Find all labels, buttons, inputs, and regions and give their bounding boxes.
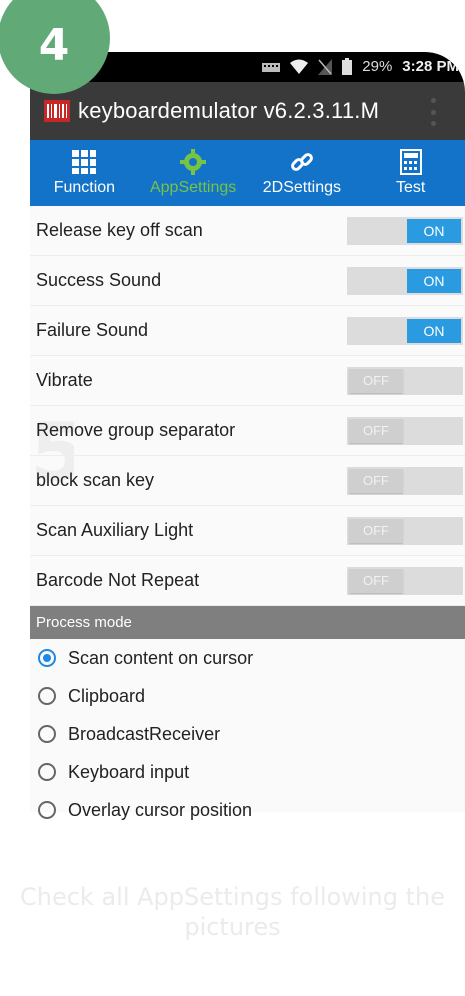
toggle-state: OFF <box>349 468 403 493</box>
success-sound-toggle[interactable]: ON <box>347 266 463 295</box>
toggle-state: ON <box>407 218 461 243</box>
radio-option-overlay-cursor-position[interactable]: Overlay cursor position <box>30 791 465 829</box>
battery-percent: 29% <box>362 58 393 75</box>
radio-option-clipboard[interactable]: Clipboard <box>30 677 465 715</box>
setting-label: block scan key <box>36 470 155 490</box>
caption-line-2: pictures <box>184 913 281 941</box>
scan-auxiliary-light-toggle[interactable]: OFF <box>347 516 463 545</box>
keyboard-icon <box>262 62 281 72</box>
tab-label: AppSettings <box>149 179 237 196</box>
tab-label: 2DSettings <box>262 179 341 196</box>
overflow-menu-icon[interactable] <box>431 98 437 126</box>
setting-row-release-key-off-scan: Release key off scan ON <box>30 206 465 256</box>
radio-button[interactable] <box>38 801 56 819</box>
setting-row-barcode-not-repeat: Barcode Not Repeat OFF <box>30 556 465 606</box>
radio-option-broadcastreceiver[interactable]: BroadcastReceiver <box>30 715 465 753</box>
gear-icon <box>180 149 207 175</box>
toggle-state: ON <box>407 318 461 343</box>
clock: 3:28 PM <box>402 58 459 75</box>
radio-option-scan-content-on-cursor[interactable]: Scan content on cursor <box>30 639 465 677</box>
setting-label: Remove group separator <box>36 420 236 440</box>
link-icon <box>290 153 313 171</box>
toggle-state: OFF <box>349 368 403 393</box>
setting-row-block-scan-key: block scan key OFF <box>30 456 465 506</box>
settings-list: Release key off scan ON Success Sound ON… <box>30 206 465 829</box>
tab-function[interactable]: Function <box>30 140 139 206</box>
setting-label: Vibrate <box>36 370 93 390</box>
radio-option-keyboard-input[interactable]: Keyboard input <box>30 753 465 791</box>
block-scan-key-toggle[interactable]: OFF <box>347 466 463 495</box>
tab-bar: Function AppSettings 2DSettings Test <box>30 140 465 206</box>
no-sim-icon <box>318 58 333 75</box>
radio-button[interactable] <box>38 649 56 667</box>
radio-button[interactable] <box>38 763 56 781</box>
tab-test[interactable]: Test <box>356 140 465 206</box>
setting-row-remove-group-separator: Remove group separator OFF <box>30 406 465 456</box>
radio-label: Scan content on cursor <box>68 647 254 668</box>
barcode-logo-icon <box>44 100 70 122</box>
toggle-state: OFF <box>349 418 403 443</box>
radio-label: Clipboard <box>68 685 146 706</box>
toggle-state: ON <box>407 268 461 293</box>
radio-button[interactable] <box>38 687 56 705</box>
tab-label: Function <box>53 179 116 196</box>
tab-2dsettings[interactable]: 2DSettings <box>248 140 357 206</box>
toggle-state: OFF <box>349 518 403 543</box>
failure-sound-toggle[interactable]: ON <box>347 316 463 345</box>
radio-label: BroadcastReceiver <box>68 723 221 744</box>
radio-label: Keyboard input <box>68 761 190 782</box>
setting-label: Release key off scan <box>36 220 203 240</box>
setting-row-success-sound: Success Sound ON <box>30 256 465 306</box>
grid-icon <box>72 150 97 174</box>
instruction-caption: Check all AppSettings following the pict… <box>0 882 465 942</box>
setting-label: Scan Auxiliary Light <box>36 520 194 540</box>
radio-label: Overlay cursor position <box>68 799 253 820</box>
tab-appsettings[interactable]: AppSettings <box>139 140 248 206</box>
wifi-icon <box>290 59 309 74</box>
process-mode-header: Process mode <box>30 606 465 639</box>
toggle-state: OFF <box>349 568 403 593</box>
setting-row-failure-sound: Failure Sound ON <box>30 306 465 356</box>
setting-label: Failure Sound <box>36 320 149 340</box>
step-number: 4 <box>38 19 70 71</box>
setting-row-vibrate: Vibrate OFF <box>30 356 465 406</box>
setting-label: Barcode Not Repeat <box>36 570 200 590</box>
calculator-icon <box>399 149 422 175</box>
radio-button[interactable] <box>38 725 56 743</box>
barcode-not-repeat-toggle[interactable]: OFF <box>347 566 463 595</box>
tab-label: Test <box>395 179 426 196</box>
battery-icon <box>342 58 353 75</box>
setting-label: Success Sound <box>36 270 162 290</box>
vibrate-toggle[interactable]: OFF <box>347 366 463 395</box>
release-key-off-scan-toggle[interactable]: ON <box>347 216 463 245</box>
setting-row-scan-auxiliary-light: Scan Auxiliary Light OFF <box>30 506 465 556</box>
app-bar: keyboardemulator v6.2.3.11.M <box>30 82 465 140</box>
app-title: keyboardemulator v6.2.3.11.M <box>78 98 380 123</box>
caption-line-1: Check all AppSettings following the <box>20 883 445 911</box>
remove-group-separator-toggle[interactable]: OFF <box>347 416 463 445</box>
